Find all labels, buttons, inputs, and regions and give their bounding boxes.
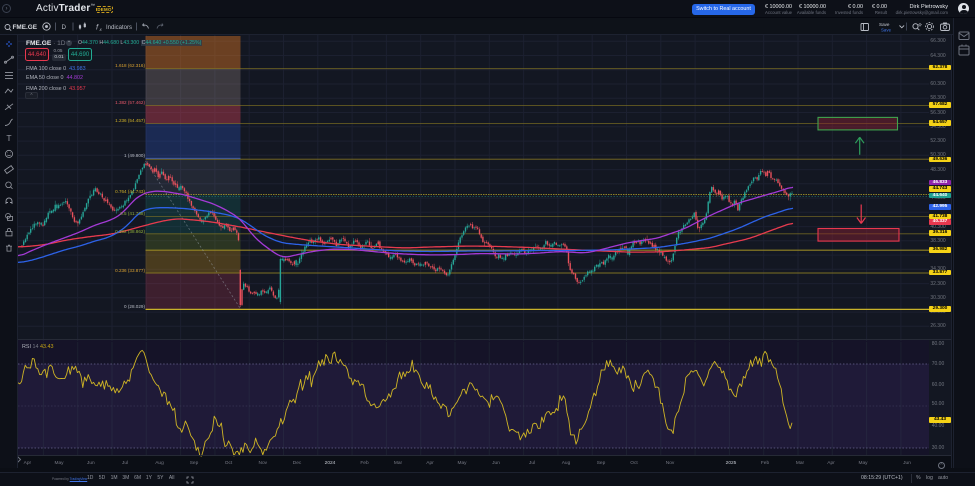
svg-text:Save: Save [879,22,890,27]
svg-text:Indicators: Indicators [106,25,132,31]
svg-text:FME.GE: FME.GE [13,24,38,31]
svg-text:D: D [62,24,67,31]
svg-text:Save: Save [881,28,892,33]
svg-text:x: x [99,27,103,32]
svg-text:T: T [6,133,11,143]
